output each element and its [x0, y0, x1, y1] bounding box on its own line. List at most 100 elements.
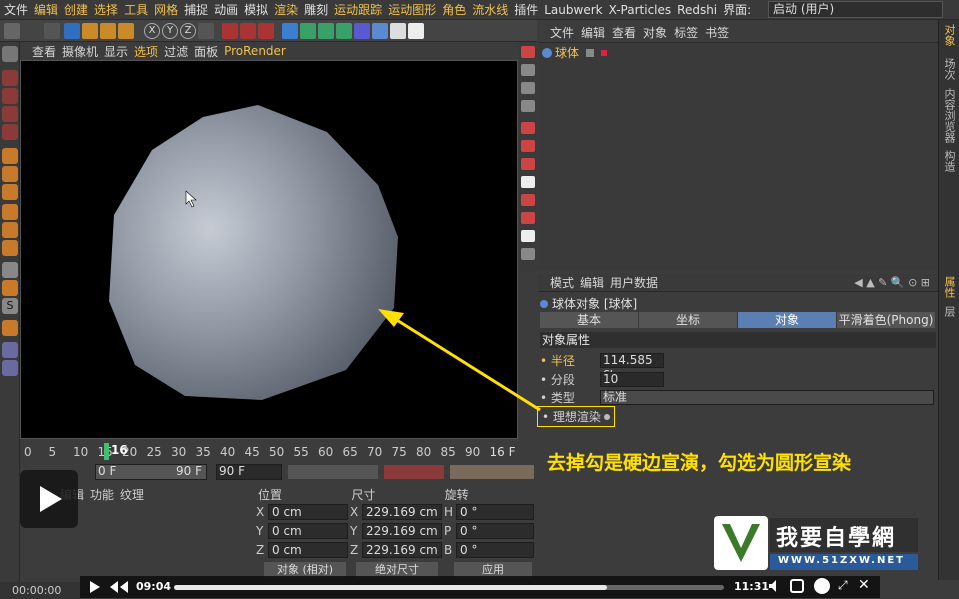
strip-icon-12[interactable]: [521, 248, 535, 260]
type-select[interactable]: 标准: [600, 390, 934, 405]
strip-icon-1[interactable]: [521, 46, 535, 58]
layout-select[interactable]: 启动 (用户): [768, 1, 943, 18]
segments-field[interactable]: 10: [600, 372, 664, 387]
menu-mesh[interactable]: 网格: [154, 1, 178, 18]
deformer-icon[interactable]: [354, 23, 370, 39]
menu-render[interactable]: 渲染: [274, 1, 298, 18]
menu-snap[interactable]: 捕捉: [184, 1, 208, 18]
menu-animate[interactable]: 动画: [214, 1, 238, 18]
video-play-overlay[interactable]: [20, 470, 78, 528]
obj-menu-bookmarks[interactable]: 书签: [705, 24, 729, 41]
tab-layers[interactable]: 层: [941, 306, 957, 317]
timeline-ruler[interactable]: 0 5 10 15 20 25 30 35 40 45 50 55 60 65 …: [20, 443, 536, 460]
move-tool-icon[interactable]: [64, 23, 80, 39]
menu-redshift[interactable]: Redshi: [677, 3, 717, 17]
workplane-mode-icon[interactable]: [2, 106, 18, 122]
render-settings-icon[interactable]: [258, 23, 274, 39]
tag-icon[interactable]: [601, 49, 608, 56]
rewind-icon[interactable]: [108, 580, 130, 594]
menu-mograph[interactable]: 运动图形: [388, 1, 436, 18]
cube-icon[interactable]: [282, 23, 298, 39]
obj-menu-tags[interactable]: 标签: [674, 24, 698, 41]
menu-select[interactable]: 选择: [94, 1, 118, 18]
strip-icon-4[interactable]: [521, 100, 535, 112]
menu-sculpt[interactable]: 雕刻: [304, 1, 328, 18]
add-tool-icon[interactable]: [118, 23, 134, 39]
object-item-sphere[interactable]: 球体: [542, 44, 608, 61]
tab-attributes[interactable]: 属性: [941, 276, 957, 298]
nurbs-icon[interactable]: [318, 23, 334, 39]
axis-mode-icon[interactable]: [2, 204, 18, 220]
strip-icon-9[interactable]: [521, 194, 535, 206]
viewport-menu-panel[interactable]: 面板: [194, 43, 218, 60]
tab-object[interactable]: 对象: [738, 312, 837, 328]
strip-icon-6[interactable]: [521, 140, 535, 152]
video-progress-track[interactable]: [174, 585, 724, 590]
tab-objects[interactable]: 对象: [941, 24, 957, 46]
rot-b-field[interactable]: 0 °: [456, 542, 534, 558]
tab-structure[interactable]: 构造: [941, 150, 957, 172]
visibility-dots-icon[interactable]: [586, 48, 595, 57]
end-frame-field[interactable]: 90 F: [216, 464, 282, 480]
rot-h-field[interactable]: 0 °: [456, 504, 534, 520]
menu-create[interactable]: 创建: [64, 1, 88, 18]
keyframe-controls[interactable]: [384, 465, 444, 479]
point-mode-icon[interactable]: [2, 124, 18, 140]
scene-icon[interactable]: [372, 23, 388, 39]
uv-mode-icon[interactable]: [2, 184, 18, 200]
viewport-menu-prorender[interactable]: ProRender: [224, 44, 286, 58]
obj-menu-file[interactable]: 文件: [550, 24, 574, 41]
obj-menu-objects[interactable]: 对象: [643, 24, 667, 41]
rot-p-field[interactable]: 0 °: [456, 523, 534, 539]
menu-character[interactable]: 角色: [442, 1, 466, 18]
strip-icon-5[interactable]: [521, 122, 535, 134]
strip-icon-8[interactable]: [521, 176, 535, 188]
size-y-field[interactable]: 229.169 cm: [362, 523, 442, 539]
undo-icon[interactable]: [4, 23, 20, 39]
soft-selection-icon[interactable]: [2, 240, 18, 256]
model-mode-icon[interactable]: [2, 70, 18, 86]
viewport-menu-display[interactable]: 显示: [104, 43, 128, 60]
pos-z-field[interactable]: 0 cm: [268, 542, 348, 558]
rotate-tool-icon[interactable]: [100, 23, 116, 39]
viewport-menu-filter[interactable]: 过滤: [164, 43, 188, 60]
lock-icon[interactable]: [2, 280, 18, 296]
pos-x-field[interactable]: 0 cm: [268, 504, 348, 520]
magnet-icon[interactable]: [2, 320, 18, 336]
menu-plugins[interactable]: 插件: [514, 1, 538, 18]
attr-nav-icons[interactable]: ◀ ▲ ✎ 🔍 ⊙ ⊞: [854, 276, 930, 289]
radius-field[interactable]: 114.585 cı: [600, 353, 664, 380]
strip-icon-3[interactable]: [521, 82, 535, 94]
tab-coord[interactable]: 坐标: [639, 312, 738, 328]
spline-icon[interactable]: [300, 23, 316, 39]
menu-pipeline[interactable]: 流水线: [472, 1, 508, 18]
strip-icon-11[interactable]: [521, 230, 535, 242]
range-slider[interactable]: 0 F 90 F: [95, 464, 207, 480]
settings-icon[interactable]: [790, 579, 804, 593]
strip-icon-7[interactable]: [521, 158, 535, 170]
camera-icon[interactable]: [390, 23, 406, 39]
mat-menu-texture[interactable]: 纹理: [120, 486, 144, 503]
layer-icon[interactable]: [2, 360, 18, 376]
obj-menu-view[interactable]: 查看: [612, 24, 636, 41]
pos-y-field[interactable]: 0 cm: [268, 523, 348, 539]
snap-icon[interactable]: [2, 262, 18, 278]
menu-motion-tracking[interactable]: 运动跟踪: [334, 1, 382, 18]
grid-icon[interactable]: [2, 342, 18, 358]
scale-tool-icon[interactable]: [82, 23, 98, 39]
strip-icon-10[interactable]: [521, 212, 535, 224]
volume-icon[interactable]: [768, 579, 782, 593]
polygon-mode-icon[interactable]: [2, 166, 18, 182]
edge-mode-icon[interactable]: [2, 148, 18, 164]
mat-menu-function[interactable]: 功能: [90, 486, 114, 503]
menu-file[interactable]: 文件: [4, 1, 28, 18]
solo-icon[interactable]: S: [2, 298, 18, 314]
axis-z-button[interactable]: Z: [180, 23, 196, 39]
playback-controls[interactable]: [288, 465, 378, 479]
viewport-menu-view[interactable]: 查看: [32, 43, 56, 60]
render-view-icon[interactable]: [222, 23, 238, 39]
menu-simulate[interactable]: 模拟: [244, 1, 268, 18]
attr-menu-mode[interactable]: 模式: [550, 274, 574, 291]
select-tool-icon[interactable]: [44, 23, 60, 39]
tab-phong[interactable]: 平滑着色(Phong): [837, 312, 936, 328]
